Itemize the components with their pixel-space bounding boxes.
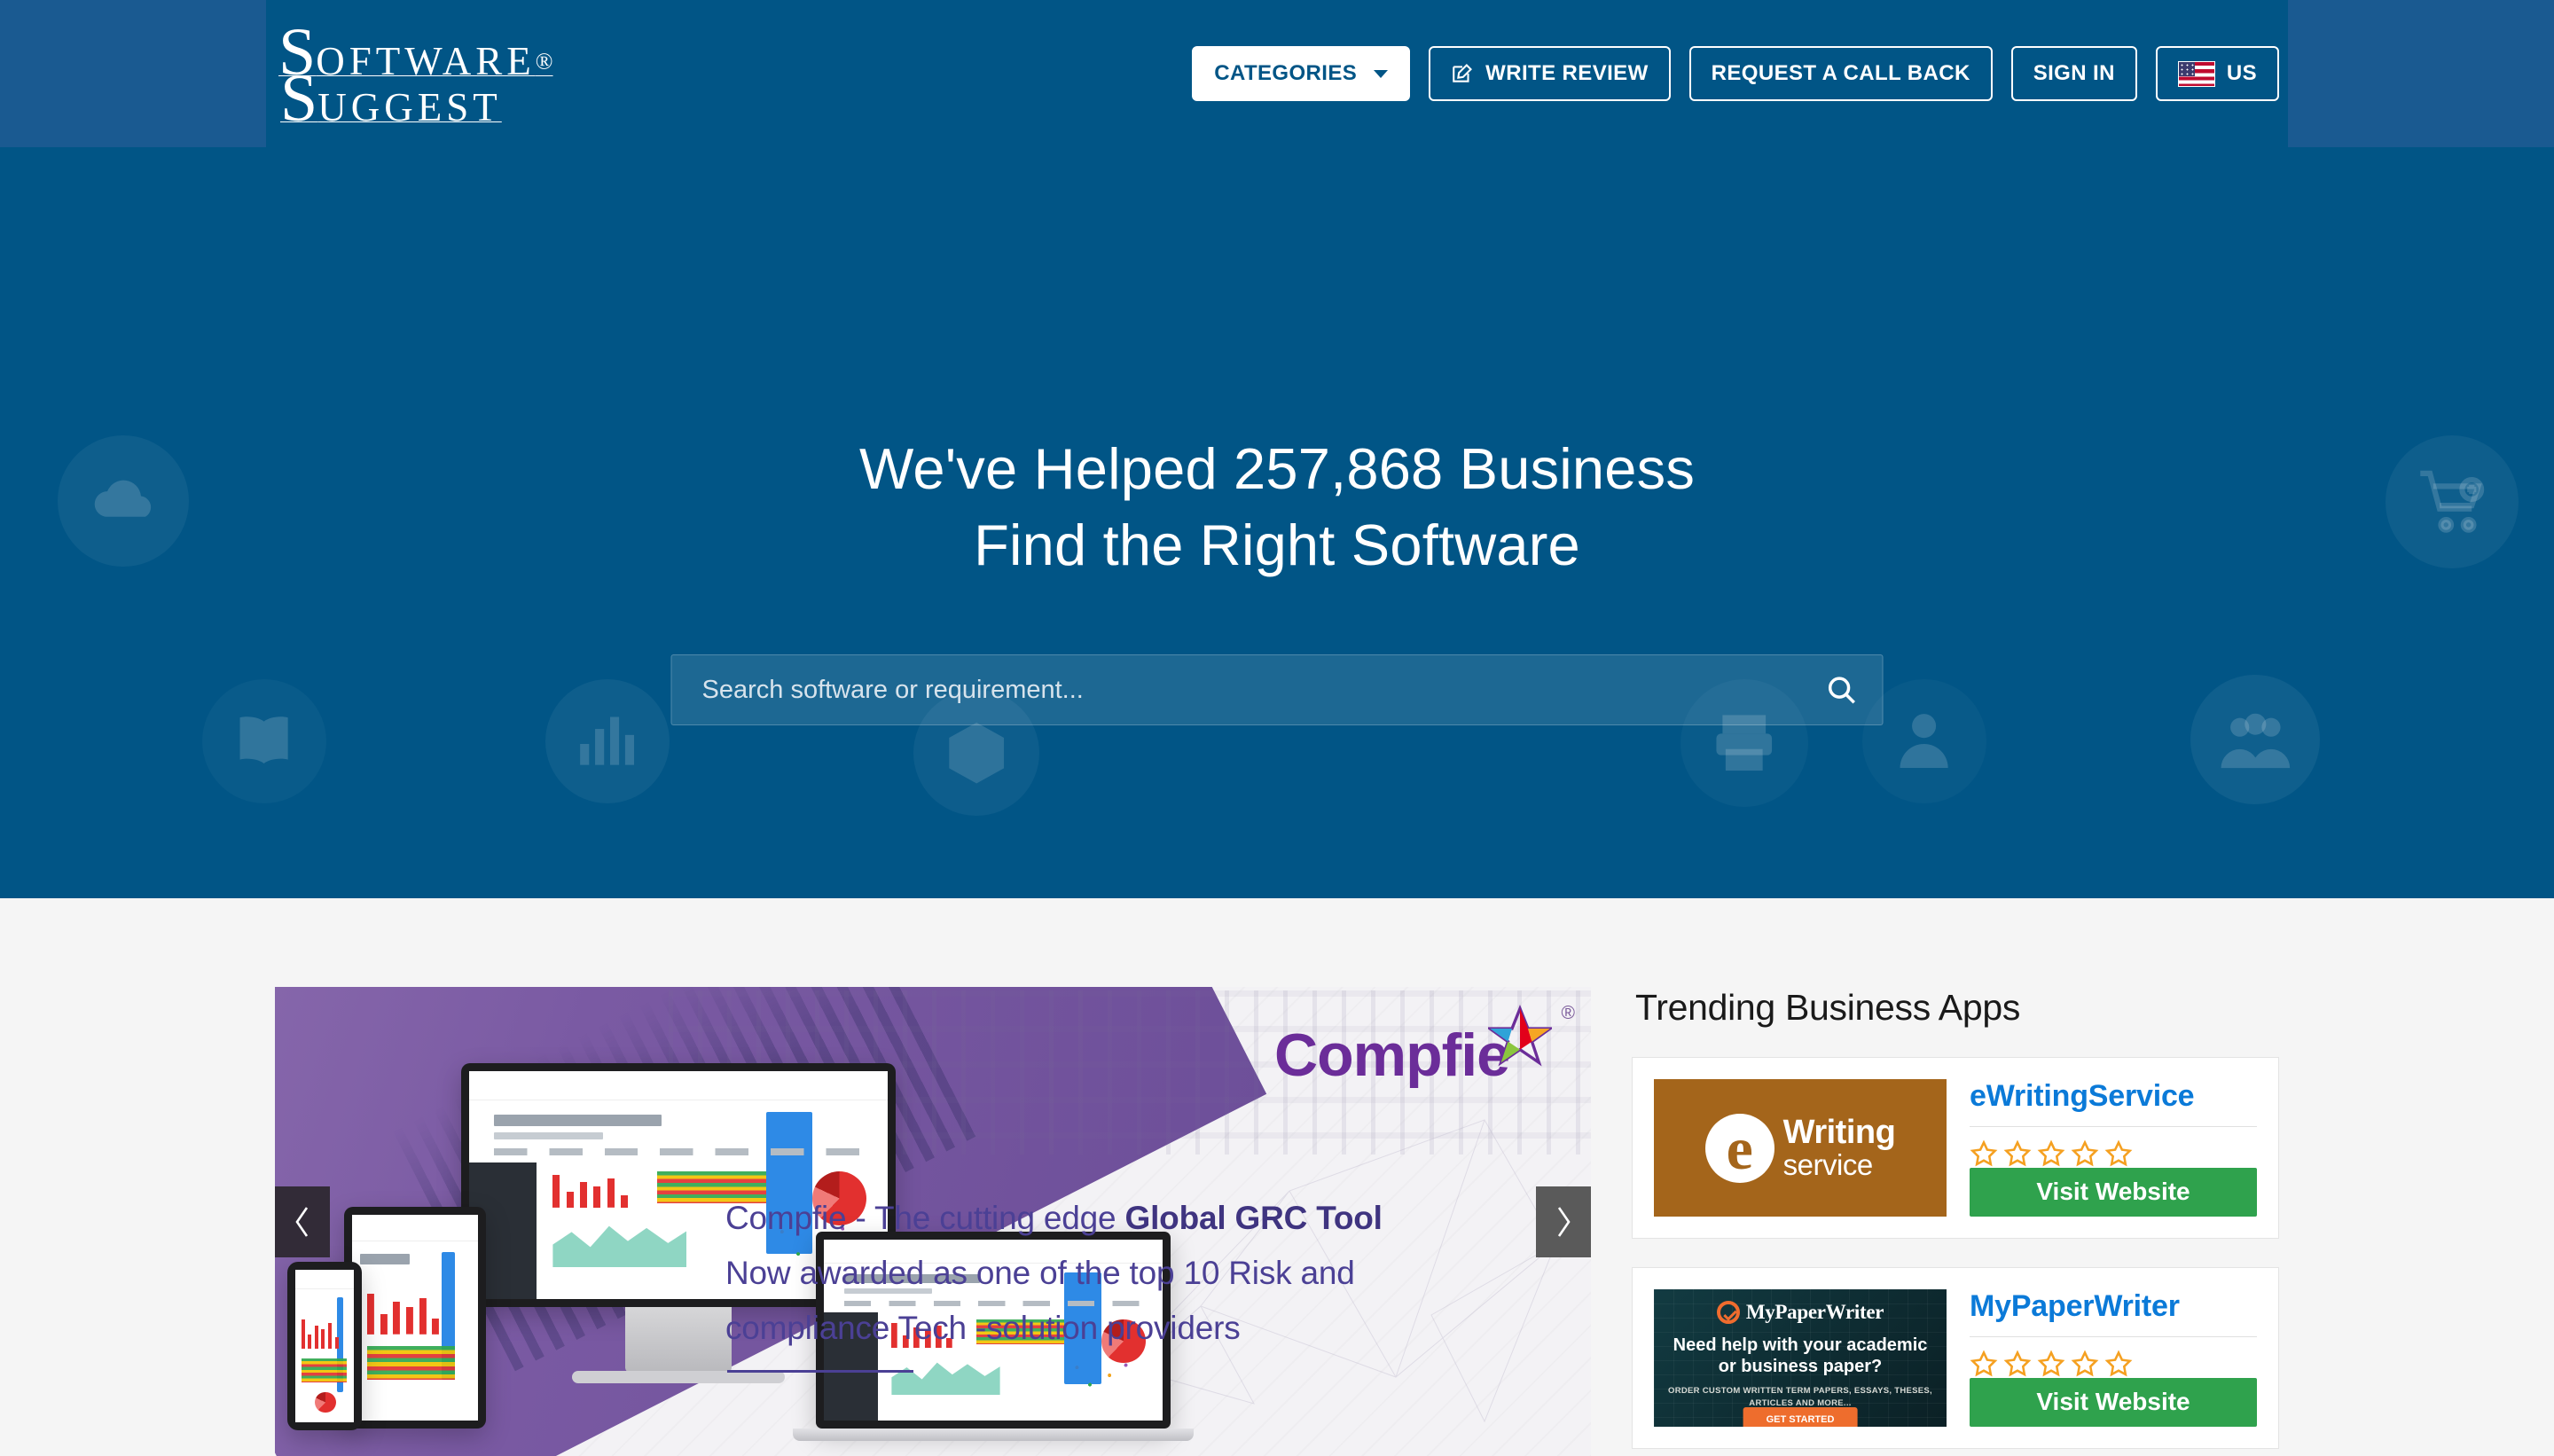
app-thumbnail-ewritingservice: e Writing service xyxy=(1654,1079,1947,1217)
chevron-left-icon xyxy=(295,1207,309,1237)
search-button[interactable] xyxy=(1801,655,1883,724)
site-header: SOFTWARE® SUGGEST CATEGORIES WRITE REVIE… xyxy=(0,0,2554,147)
header-container: SOFTWARE® SUGGEST CATEGORIES WRITE REVIE… xyxy=(266,0,2288,147)
carousel-prev-button[interactable] xyxy=(275,1186,330,1257)
book-icon xyxy=(202,679,326,803)
star-icon xyxy=(2104,1139,2133,1167)
app-name-link[interactable]: MyPaperWriter xyxy=(1970,1289,2257,1324)
main-content: Compfie ® Compfie - The cutting edge Glo… xyxy=(0,898,2554,1456)
list-item[interactable]: MyPaperWriter Need help with your academ… xyxy=(1632,1267,2279,1449)
mpw-check-icon xyxy=(1716,1301,1740,1324)
compfie-logo-text: Compfie xyxy=(1274,1022,1510,1089)
star-icon xyxy=(2071,1350,2099,1377)
app-details: MyPaperWriter Visit Website xyxy=(1970,1289,2257,1427)
app-thumbnail-mypaperwriter: MyPaperWriter Need help with your academ… xyxy=(1654,1289,1947,1427)
list-item[interactable]: e Writing service eWritingService Visit … xyxy=(1632,1057,2279,1239)
star-icon xyxy=(2003,1350,2032,1377)
ews-mark-icon: e xyxy=(1704,1113,1774,1183)
app-details: eWritingService Visit Website xyxy=(1970,1079,2257,1217)
logo-s-2: S xyxy=(280,61,318,136)
categories-label: CATEGORIES xyxy=(1214,61,1358,85)
slide-line-1-prefix: Compfie - The cutting edge xyxy=(725,1200,1125,1236)
tablet-mockup xyxy=(344,1207,486,1429)
hero-title-line-1: We've Helped 257,868 Business xyxy=(858,436,1696,501)
hero-section: We've Helped 257,868 Business Find the R… xyxy=(0,147,2554,898)
mpw-thumb-subtext: ORDER CUSTOM WRITTEN TERM PAPERS, ESSAYS… xyxy=(1668,1385,1932,1408)
logo-line-2: SUGGEST xyxy=(280,65,553,132)
star-icon xyxy=(1970,1350,1998,1377)
pencil-icon xyxy=(1453,64,1473,82)
slide-underline xyxy=(727,1370,913,1374)
request-callback-label: REQUEST A CALL BACK xyxy=(1711,61,1970,85)
mpw-brand-name: MyPaperWriter xyxy=(1745,1301,1884,1323)
sidebar-title: Trending Business Apps xyxy=(1635,987,2021,1028)
slide-line-1-bold: Global GRC Tool xyxy=(1124,1200,1383,1236)
ews-thumb-text: Writing service xyxy=(1783,1115,1896,1179)
logo-word-suggest: UGGEST xyxy=(317,85,502,129)
app-name-link[interactable]: eWritingService xyxy=(1970,1079,2257,1114)
hero-title-line-2: Find the Right Software xyxy=(974,513,1580,578)
carousel-next-button[interactable] xyxy=(1536,1186,1591,1257)
request-callback-button[interactable]: REQUEST A CALL BACK xyxy=(1688,46,1993,101)
search-input[interactable] xyxy=(671,655,1801,724)
team-icon xyxy=(2190,675,2320,804)
promo-carousel: Compfie ® Compfie - The cutting edge Glo… xyxy=(275,987,1591,1456)
header-nav: CATEGORIES WRITE REVIEW REQUEST A CALL B… xyxy=(1192,46,2288,101)
site-logo[interactable]: SOFTWARE® SUGGEST xyxy=(278,17,553,132)
mpw-thumb-headline: Need help with your academic or business… xyxy=(1673,1335,1928,1377)
chevron-right-icon xyxy=(1557,1207,1571,1237)
categories-button[interactable]: CATEGORIES xyxy=(1192,46,1411,101)
us-flag-icon xyxy=(2177,60,2215,87)
ews-thumb-text-top: Writing xyxy=(1782,1114,1896,1152)
carousel-slide[interactable]: Compfie ® Compfie - The cutting edge Glo… xyxy=(275,987,1591,1456)
search-icon xyxy=(1828,677,1855,704)
divider xyxy=(1970,1126,2257,1127)
write-review-label: WRITE REVIEW xyxy=(1485,61,1649,85)
compfie-star-icon xyxy=(1488,1005,1552,1067)
star-icon xyxy=(2037,1139,2065,1167)
mpw-brand-lockup: MyPaperWriter xyxy=(1654,1289,1947,1324)
ews-thumb-text-bottom: service xyxy=(1782,1148,1874,1182)
slide-copy: Compfie - The cutting edge Global GRC To… xyxy=(725,1191,1573,1374)
compfie-registered-icon: ® xyxy=(1561,1003,1575,1023)
search-bar xyxy=(670,654,1884,725)
phone-mockup xyxy=(287,1262,362,1430)
star-icon xyxy=(2003,1139,2032,1167)
mpw-thumb-cta: GET STARTED xyxy=(1743,1407,1858,1427)
chevron-down-icon xyxy=(1374,69,1389,78)
star-icon xyxy=(2037,1350,2065,1377)
write-review-button[interactable]: WRITE REVIEW xyxy=(1429,46,1671,101)
star-icon xyxy=(1970,1139,1998,1167)
star-icon xyxy=(2104,1350,2133,1377)
status-badge[interactable] xyxy=(1970,1350,2257,1378)
slide-line-3: compliance Tech -solution providers xyxy=(725,1310,1241,1347)
visit-website-button[interactable]: Visit Website xyxy=(1970,1167,2257,1217)
visit-website-button[interactable]: Visit Website xyxy=(1970,1377,2257,1427)
bar-chart-icon xyxy=(545,679,670,803)
sign-in-label: SIGN IN xyxy=(2033,61,2115,85)
locale-selector-button[interactable]: US xyxy=(2155,46,2279,101)
locale-label: US xyxy=(2226,61,2257,85)
slide-line-2: Now awarded as one of the top 10 Risk an… xyxy=(725,1255,1355,1292)
page-title: We've Helped 257,868 Business Find the R… xyxy=(0,431,2554,584)
trending-apps-sidebar: Trending Business Apps e Writing service… xyxy=(1632,987,2279,1456)
sign-in-button[interactable]: SIGN IN xyxy=(2010,46,2137,101)
status-badge[interactable] xyxy=(1970,1139,2257,1168)
divider xyxy=(1970,1336,2257,1337)
star-icon xyxy=(2071,1139,2099,1167)
